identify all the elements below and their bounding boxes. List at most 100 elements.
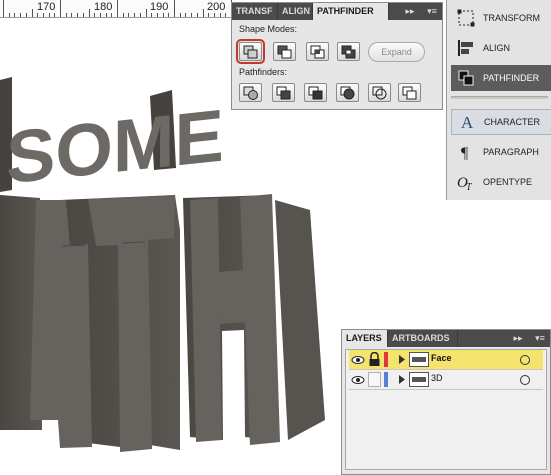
ruler-tick: [25, 13, 27, 17]
crop-button[interactable]: [336, 83, 359, 102]
tab-align[interactable]: ALIGN: [278, 3, 313, 20]
dock-character[interactable]: A CHARACTER: [451, 109, 551, 135]
minus-back-button[interactable]: [398, 83, 421, 102]
expand-triangle-icon[interactable]: [398, 375, 406, 390]
dock-label: TRANSFORM: [483, 13, 540, 23]
panel-menu-icon[interactable]: ▾≡: [530, 330, 550, 347]
tab-artboards[interactable]: ARTBOARDS: [388, 330, 458, 347]
horizontal-ruler[interactable]: 170 180 190 200: [0, 0, 232, 18]
ruler-tick: [60, 0, 61, 17]
ruler-tick: [128, 13, 130, 17]
visibility-eye-icon[interactable]: [351, 352, 365, 367]
ruler-tick: [162, 13, 164, 17]
ruler-tick: [174, 0, 175, 17]
layer-row[interactable]: Face: [349, 350, 543, 370]
ruler-tick: [94, 13, 96, 17]
ruler-tick: [208, 13, 210, 17]
divide-button[interactable]: [239, 83, 262, 102]
minus-front-button[interactable]: [273, 42, 296, 61]
ruler-tick: [151, 13, 153, 17]
opentype-icon: OT: [455, 171, 477, 193]
pathfinder-icon: [455, 67, 477, 89]
ruler-tick: [122, 13, 124, 17]
ruler-tick: [82, 13, 84, 17]
ruler-tick: [65, 13, 67, 17]
ruler-tick: [196, 13, 198, 17]
layer-name[interactable]: Face: [431, 353, 452, 363]
align-icon: [455, 37, 477, 59]
layer-thumbnail: [409, 372, 429, 387]
ruler-tick: [54, 13, 56, 17]
tab-pathfinder[interactable]: PATHFINDER: [313, 3, 389, 20]
svg-text:T: T: [466, 182, 473, 191]
ruler-label: 170: [37, 1, 56, 13]
dock-transform[interactable]: TRANSFORM: [451, 5, 551, 31]
lock-icon[interactable]: [368, 352, 381, 367]
pathfinder-panel: TRANSF ALIGN PATHFINDER ▸▸ ▾≡ Shape Mode…: [231, 2, 443, 110]
ruler-tick: [31, 9, 33, 17]
ruler-tick: [42, 13, 44, 17]
exclude-icon: [341, 45, 356, 59]
tab-layers[interactable]: LAYERS: [342, 330, 388, 347]
ruler-label: 200: [207, 1, 226, 13]
dock-separator: [451, 96, 548, 99]
trim-icon: [276, 86, 291, 100]
collapse-panel-icon[interactable]: ▸▸: [400, 3, 420, 20]
ruler-tick: [37, 13, 39, 17]
panel-menu-icon[interactable]: ▾≡: [422, 3, 442, 20]
canvas[interactable]: SOME 170 180 190 200 TRANSF ALIGN PATHFI…: [0, 0, 551, 475]
paragraph-icon: ¶: [455, 141, 477, 163]
dock-opentype[interactable]: OT OPENTYPE: [451, 169, 551, 195]
collapse-panel-icon[interactable]: ▸▸: [508, 330, 528, 347]
exclude-button[interactable]: [337, 42, 360, 61]
ruler-tick: [191, 13, 193, 17]
dock-label: CHARACTER: [484, 117, 541, 127]
layers-panel: LAYERS ARTBOARDS ▸▸ ▾≡ Face 3D: [341, 329, 551, 475]
layer-row[interactable]: 3D: [349, 370, 543, 390]
ruler-tick: [99, 13, 101, 17]
expand-button[interactable]: Expand: [368, 42, 425, 62]
layers-list: Face 3D: [345, 349, 547, 470]
layer-color-swatch: [384, 372, 388, 387]
divide-icon: [243, 86, 258, 100]
trim-button[interactable]: [272, 83, 295, 102]
shape-modes-label: Shape Modes:: [239, 24, 298, 34]
ruler-tick: [168, 13, 170, 17]
merge-button[interactable]: [304, 83, 327, 102]
outline-button[interactable]: [368, 83, 391, 102]
ruler-tick: [88, 9, 90, 17]
pathfinders-label: Pathfinders:: [239, 67, 288, 77]
ruler-tick: [48, 13, 50, 17]
ruler-tick: [20, 13, 22, 17]
intersect-icon: [310, 45, 325, 59]
outline-icon: [372, 86, 387, 100]
ruler-label: 180: [94, 1, 113, 13]
dock-paragraph[interactable]: ¶ PARAGRAPH: [451, 139, 551, 165]
artwork-word-some: SOME: [6, 94, 224, 200]
lock-toggle[interactable]: [368, 372, 381, 387]
minus-back-icon: [402, 86, 417, 100]
ruler-tick: [8, 13, 10, 17]
dock-label: PARAGRAPH: [483, 147, 539, 157]
ruler-tick: [14, 13, 16, 17]
layer-color-swatch: [384, 352, 388, 367]
target-circle-icon[interactable]: [520, 375, 530, 385]
dock-label: ALIGN: [483, 43, 511, 53]
tab-transform[interactable]: TRANSF: [232, 3, 278, 20]
unite-button[interactable]: [236, 39, 265, 64]
ruler-tick: [117, 0, 118, 17]
ruler-tick: [77, 13, 79, 17]
dock-pathfinder[interactable]: PATHFINDER: [451, 65, 551, 91]
layer-name[interactable]: 3D: [431, 373, 443, 383]
intersect-button[interactable]: [306, 42, 329, 61]
panel-dock: TRANSFORM ALIGN PATHFINDER A CHARACTER ¶: [446, 0, 551, 200]
ruler-tick: [225, 13, 227, 17]
ruler-tick: [105, 13, 107, 17]
visibility-eye-icon[interactable]: [351, 372, 365, 387]
ruler-tick: [179, 13, 181, 17]
expand-triangle-icon[interactable]: [398, 355, 406, 370]
dock-align[interactable]: ALIGN: [451, 35, 551, 61]
ruler-tick: [213, 13, 215, 17]
target-circle-icon[interactable]: [520, 355, 530, 365]
ruler-label: 190: [150, 1, 169, 13]
